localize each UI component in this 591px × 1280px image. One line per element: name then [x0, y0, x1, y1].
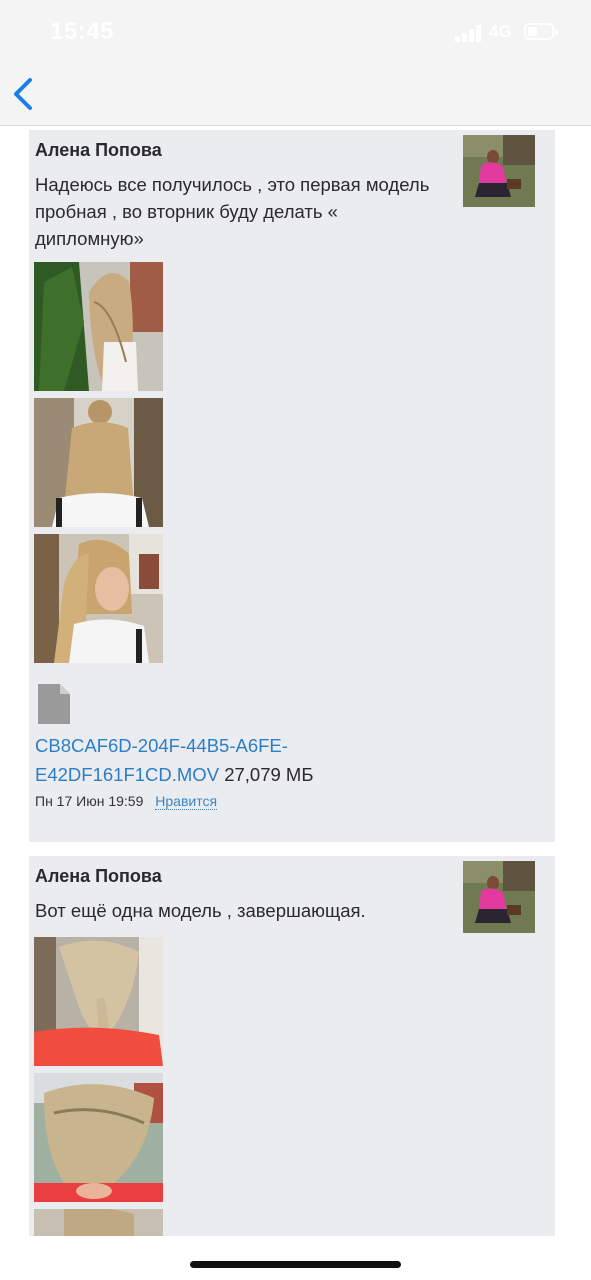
message-line: дипломную»: [35, 228, 144, 249]
file-size: 27,079 МБ: [224, 764, 314, 785]
photo-attachment[interactable]: [34, 262, 163, 391]
file-icon[interactable]: [38, 684, 70, 724]
photo-attachment[interactable]: [34, 1073, 163, 1202]
message-feed[interactable]: Алена Попова Надеюсь все получилось , эт…: [0, 126, 591, 1236]
message-line: пробная , во вторник буду делать «: [35, 201, 338, 222]
status-bar: 15:45 4G: [0, 0, 591, 62]
nav-bar: [0, 62, 591, 126]
post-card: Алена Попова Вот ещё одна модель , завер…: [29, 856, 555, 1236]
network-type: 4G: [489, 22, 512, 41]
photo-attachment[interactable]: [34, 398, 163, 527]
file-name-line: CB8CAF6D-204F-44B5-A6FE-: [35, 735, 288, 756]
like-button[interactable]: Нравится: [155, 793, 218, 810]
signal-icon: [455, 24, 485, 42]
home-indicator[interactable]: [190, 1261, 401, 1268]
file-name-line-2: E42DF161F1CD.MOV 27,079 МБ: [35, 764, 314, 785]
author-name[interactable]: Алена Попова: [35, 140, 162, 161]
post-date: Пн 17 Июн 19:59: [35, 793, 144, 809]
battery-icon: [524, 23, 558, 40]
back-button[interactable]: [10, 76, 38, 112]
post-card: Алена Попова Надеюсь все получилось , эт…: [29, 130, 555, 842]
message-line: Надеюсь все получилось , это первая моде…: [35, 174, 430, 195]
message-line: Вот ещё одна модель , завершающая.: [35, 900, 366, 921]
photo-attachment[interactable]: [34, 534, 163, 663]
post-meta: Пн 17 Июн 19:59 Нравится: [35, 793, 218, 810]
message-text: Вот ещё одна модель , завершающая.: [35, 897, 475, 924]
photo-attachment[interactable]: [34, 937, 163, 1066]
chevron-left-icon: [14, 78, 32, 110]
photo-attachment[interactable]: [34, 1209, 163, 1236]
status-time: 15:45: [50, 18, 114, 45]
message-text: Надеюсь все получилось , это первая моде…: [35, 171, 475, 252]
file-attachment-link[interactable]: CB8CAF6D-204F-44B5-A6FE- E42DF161F1CD.MO…: [35, 731, 313, 789]
author-name[interactable]: Алена Попова: [35, 866, 162, 887]
